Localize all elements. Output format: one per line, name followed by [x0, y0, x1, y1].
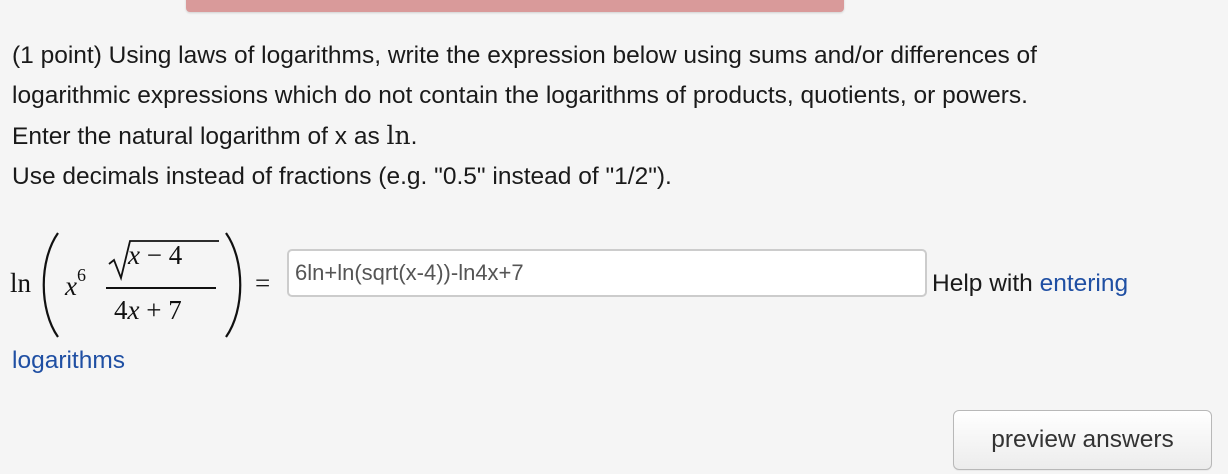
denominator-var: x	[127, 295, 140, 325]
numerator: x − 4	[128, 240, 182, 271]
help-link-entering[interactable]: entering	[1040, 270, 1129, 297]
equation-row: ln x6 x − 4 4x + 7 = Help with entering	[10, 230, 1220, 340]
ln-math-notation: ln	[386, 121, 411, 150]
problem-line-2: logarithmic expressions which do not con…	[12, 82, 1028, 109]
problem-statement: (1 point) Using laws of logarithms, writ…	[12, 36, 1212, 197]
log-expression: ln x6 x − 4 4x + 7	[10, 230, 270, 340]
denominator-rest: + 7	[139, 295, 182, 325]
help-text: Help with entering	[932, 270, 1128, 298]
problem-line-3-suffix: .	[410, 123, 418, 150]
base-variable: x	[65, 271, 77, 301]
problem-line-3: Enter the natural logarithm of x as ln.	[12, 116, 1212, 157]
help-link-logarithms[interactable]: logarithms	[12, 347, 125, 375]
problem-line-1: (1 point) Using laws of logarithms, writ…	[12, 42, 1037, 69]
equals-sign: =	[255, 268, 271, 298]
problem-line-4: Use decimals instead of fractions (e.g. …	[12, 163, 672, 190]
numerator-rest: − 4	[139, 240, 183, 270]
left-paren-icon	[42, 232, 59, 338]
fraction-bar	[106, 287, 216, 289]
right-paren-icon	[225, 232, 242, 338]
preview-answers-button[interactable]: preview answers	[953, 410, 1212, 470]
answer-input[interactable]	[287, 249, 927, 297]
power-term: x6	[65, 265, 86, 302]
denominator-coef: 4	[114, 295, 128, 325]
ln-operator: ln	[10, 268, 32, 298]
exponent: 6	[76, 265, 86, 285]
problem-line-3-prefix: Enter the natural logarithm of x as	[12, 123, 387, 150]
denominator: 4x + 7	[114, 295, 182, 326]
numerator-var: x	[128, 240, 140, 270]
top-bar	[186, 0, 844, 12]
help-prefix: Help with	[932, 270, 1040, 297]
